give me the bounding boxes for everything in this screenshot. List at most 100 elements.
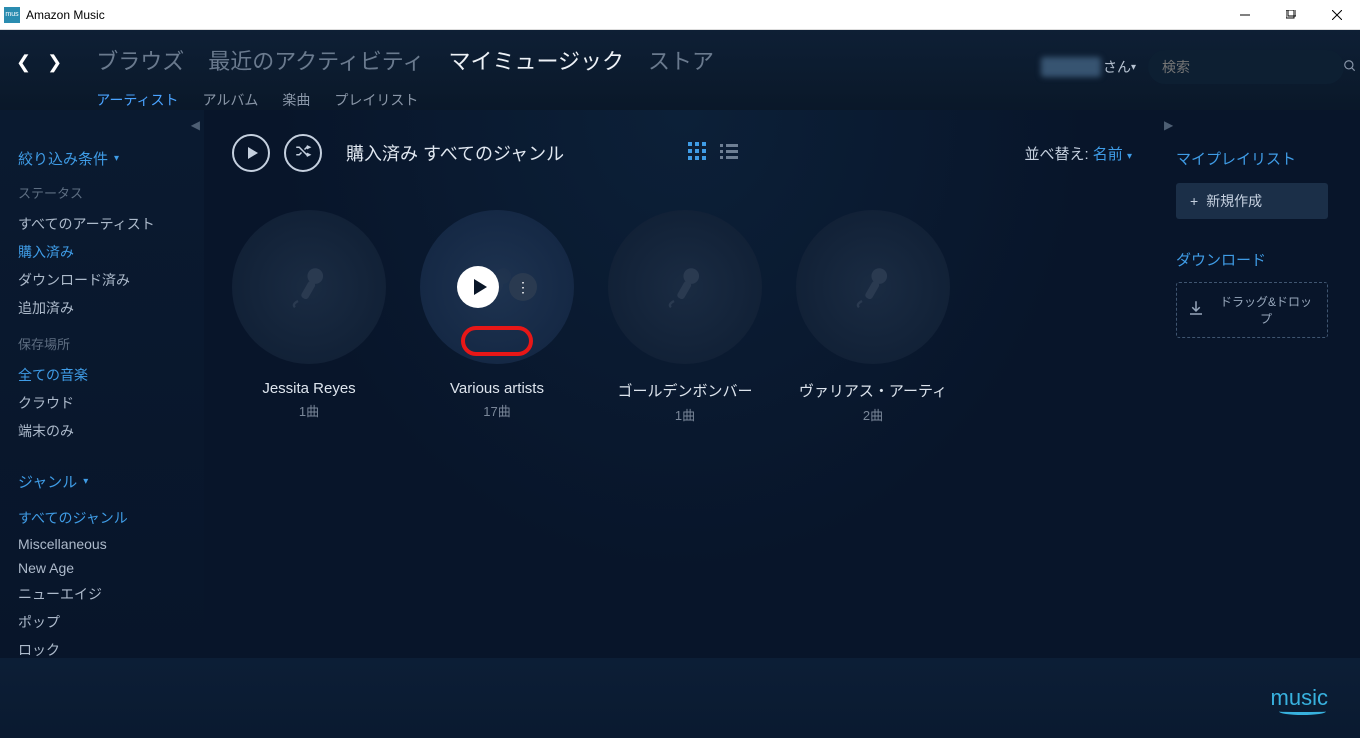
shuffle-button[interactable] [284, 134, 322, 172]
tab-browse[interactable]: ブラウズ [96, 40, 184, 80]
new-playlist-label: 新規作成 [1206, 191, 1262, 211]
grid-view-button[interactable] [688, 142, 706, 165]
status-all-artists[interactable]: すべてのアーティスト [18, 210, 192, 238]
artist-grid: Jessita Reyes 1曲 ⋮ Various artists 17曲 [232, 210, 1132, 424]
close-button[interactable] [1314, 0, 1360, 30]
download-icon [1187, 299, 1205, 322]
user-name-blurred [1041, 57, 1101, 77]
artist-card[interactable]: ⋮ Various artists 17曲 [420, 210, 574, 424]
close-icon [1332, 10, 1342, 20]
chevron-down-icon: ▾ [114, 153, 119, 164]
main-content: 購入済み すべてのジャンル 並べ替え: 名前 ▾ Jes [204, 110, 1160, 658]
microphone-icon [660, 262, 710, 312]
chevron-down-icon: ▾ [1131, 62, 1136, 73]
main-tabs: ブラウズ 最近のアクティビティ マイミュージック ストア [96, 40, 1041, 80]
sort-value: 名前 [1093, 146, 1123, 163]
search-input[interactable] [1162, 59, 1343, 75]
play-icon [248, 147, 258, 159]
genre-all[interactable]: すべてのジャンル [18, 504, 192, 532]
user-menu[interactable]: さん ▾ [1041, 57, 1136, 77]
tab-store[interactable]: ストア [648, 40, 714, 80]
search-box[interactable] [1148, 50, 1344, 84]
list-view-button[interactable] [720, 142, 738, 165]
new-playlist-button[interactable]: + 新規作成 [1176, 183, 1328, 219]
annotation-highlight [461, 326, 533, 356]
nav-tabs: ブラウズ 最近のアクティビティ マイミュージック ストア アーティスト アルバム… [96, 40, 1041, 118]
location-device[interactable]: 端末のみ [18, 417, 192, 445]
hover-play-button[interactable] [457, 266, 499, 308]
genre-header-label: ジャンル [18, 471, 77, 492]
genre-pop[interactable]: ポップ [18, 608, 192, 636]
hover-more-button[interactable]: ⋮ [509, 273, 537, 301]
sort-label: 並べ替え: [1024, 146, 1088, 163]
more-icon: ⋮ [516, 279, 530, 296]
artist-track-count: 1曲 [299, 401, 319, 420]
microphone-icon [284, 262, 334, 312]
plus-icon: + [1190, 193, 1198, 209]
artist-track-count: 1曲 [675, 405, 695, 424]
playlists-heading: マイプレイリスト [1176, 148, 1344, 169]
maximize-icon [1286, 10, 1296, 20]
minimize-button[interactable] [1222, 0, 1268, 30]
chevron-down-icon: ▾ [83, 476, 88, 487]
filter-header[interactable]: 絞り込み条件 ▾ [18, 148, 192, 169]
artist-card[interactable]: ゴールデンボンバー 1曲 [608, 210, 762, 424]
top-navigation: ❮ ❯ ブラウズ 最近のアクティビティ マイミュージック ストア アーティスト … [0, 30, 1360, 110]
right-panel: ▶ マイプレイリスト + 新規作成 ダウンロード ドラッグ&ドロップ [1160, 110, 1360, 658]
status-section-label: ステータス [18, 183, 192, 202]
download-drop-zone[interactable]: ドラッグ&ドロップ [1176, 282, 1328, 338]
genre-misc[interactable]: Miscellaneous [18, 532, 192, 556]
artist-artwork[interactable] [608, 210, 762, 364]
artist-artwork[interactable] [796, 210, 950, 364]
rightpanel-collapse-button[interactable]: ▶ [1164, 118, 1173, 132]
artist-artwork[interactable] [232, 210, 386, 364]
location-section-label: 保存場所 [18, 334, 192, 353]
location-cloud[interactable]: クラウド [18, 389, 192, 417]
play-all-button[interactable] [232, 134, 270, 172]
microphone-icon [848, 262, 898, 312]
status-purchased[interactable]: 購入済み [18, 238, 192, 266]
shuffle-icon [294, 142, 312, 165]
app-title: Amazon Music [26, 8, 1222, 22]
filter-header-label: 絞り込み条件 [18, 148, 108, 169]
download-heading: ダウンロード [1176, 249, 1344, 270]
artist-name: Various artists [450, 380, 544, 397]
status-downloaded[interactable]: ダウンロード済み [18, 266, 192, 294]
location-all-music[interactable]: 全ての音楽 [18, 361, 192, 389]
grid-icon [688, 142, 706, 160]
footer: music [0, 658, 1360, 738]
nav-arrows: ❮ ❯ [16, 52, 62, 73]
sidebar: ◀ 絞り込み条件 ▾ ステータス すべてのアーティスト 購入済み ダウンロード済… [0, 110, 204, 658]
chevron-down-icon: ▾ [1127, 151, 1132, 162]
window-controls [1222, 0, 1360, 30]
play-icon [474, 279, 487, 295]
nav-back-button[interactable]: ❮ [16, 52, 31, 73]
status-added[interactable]: 追加済み [18, 294, 192, 322]
list-icon [720, 142, 738, 160]
genre-newage-jp[interactable]: ニューエイジ [18, 580, 192, 608]
artist-artwork[interactable]: ⋮ [420, 210, 574, 364]
genre-rock[interactable]: ロック [18, 636, 192, 664]
drop-zone-label: ドラッグ&ドロップ [1215, 293, 1317, 327]
minimize-icon [1240, 10, 1250, 20]
tab-recent[interactable]: 最近のアクティビティ [208, 40, 424, 80]
artist-track-count: 17曲 [483, 401, 510, 420]
search-icon [1343, 59, 1357, 76]
sidebar-collapse-button[interactable]: ◀ [191, 118, 200, 132]
artist-name: ヴァリアス・アーティ [799, 380, 947, 401]
view-toggles [688, 142, 738, 165]
artist-card[interactable]: ヴァリアス・アーティ 2曲 [796, 210, 950, 424]
genre-newage[interactable]: New Age [18, 556, 192, 580]
sort-control[interactable]: 並べ替え: 名前 ▾ [1024, 143, 1132, 164]
content-title: 購入済み すべてのジャンル [346, 140, 564, 166]
artist-card[interactable]: Jessita Reyes 1曲 [232, 210, 386, 424]
tab-my-music[interactable]: マイミュージック [448, 40, 624, 80]
amazon-music-logo: music [1271, 685, 1328, 711]
maximize-button[interactable] [1268, 0, 1314, 30]
user-suffix: さん [1103, 57, 1131, 77]
artist-track-count: 2曲 [863, 405, 883, 424]
titlebar: mus Amazon Music [0, 0, 1360, 30]
genre-header[interactable]: ジャンル ▾ [18, 471, 192, 492]
nav-forward-button[interactable]: ❯ [47, 52, 62, 73]
body: ◀ 絞り込み条件 ▾ ステータス すべてのアーティスト 購入済み ダウンロード済… [0, 110, 1360, 658]
